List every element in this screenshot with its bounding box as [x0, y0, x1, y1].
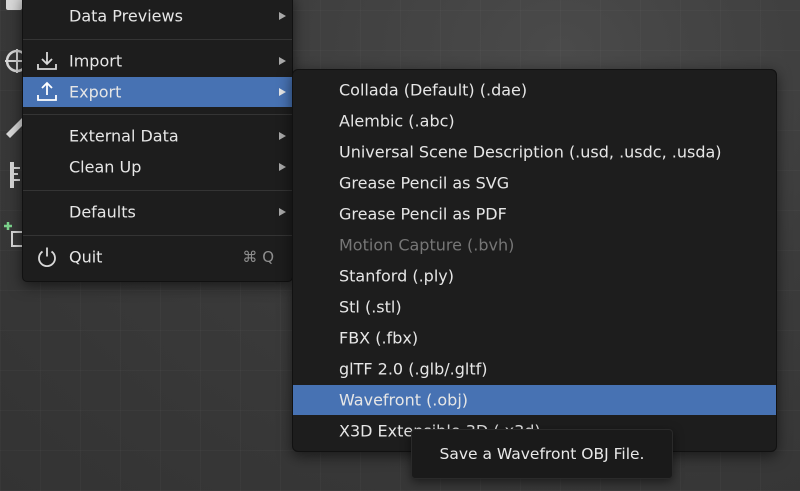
file-menu: Data Previews Import Export External Dat…	[22, 0, 293, 282]
export-item-motion-capture: Motion Capture (.bvh)	[293, 230, 776, 260]
menu-item-label: Collada (Default) (.dae)	[339, 80, 528, 100]
menu-item-export[interactable]: Export	[23, 77, 292, 107]
menu-separator	[23, 190, 292, 191]
menu-item-label: FBX (.fbx)	[339, 328, 419, 348]
menu-separator	[23, 39, 292, 40]
submenu-arrow-icon	[279, 208, 286, 216]
menu-item-label: Stanford (.ply)	[339, 266, 454, 286]
import-icon	[35, 49, 59, 73]
menu-item-label: Grease Pencil as SVG	[339, 173, 510, 193]
menu-item-clean-up[interactable]: Clean Up	[23, 152, 292, 182]
menu-item-label: Export	[69, 82, 122, 102]
menu-item-label: Quit	[69, 247, 103, 267]
export-item-fbx[interactable]: FBX (.fbx)	[293, 323, 776, 353]
menu-item-data-previews[interactable]: Data Previews	[23, 1, 292, 31]
menu-item-quit[interactable]: Quit ⌘ Q	[23, 242, 292, 272]
export-item-gltf[interactable]: glTF 2.0 (.glb/.gltf)	[293, 354, 776, 384]
menu-item-label: Data Previews	[69, 6, 183, 26]
export-icon	[35, 80, 59, 104]
export-item-collada[interactable]: Collada (Default) (.dae)	[293, 75, 776, 105]
menu-item-external-data[interactable]: External Data	[23, 121, 292, 151]
export-item-grease-pencil-svg[interactable]: Grease Pencil as SVG	[293, 168, 776, 198]
menu-item-defaults[interactable]: Defaults	[23, 197, 292, 227]
menu-item-import[interactable]: Import	[23, 46, 292, 76]
menu-item-label: Alembic (.abc)	[339, 111, 455, 131]
submenu-arrow-icon	[279, 132, 286, 140]
export-item-usd[interactable]: Universal Scene Description (.usd, .usdc…	[293, 137, 776, 167]
menu-item-label: Import	[69, 51, 123, 71]
menu-separator	[23, 235, 292, 236]
export-item-grease-pencil-pdf[interactable]: Grease Pencil as PDF	[293, 199, 776, 229]
shortcut-label: ⌘ Q	[242, 248, 274, 266]
menu-item-label: Defaults	[69, 202, 136, 222]
tooltip: Save a Wavefront OBJ File.	[411, 429, 673, 479]
menu-item-label: Universal Scene Description (.usd, .usdc…	[339, 142, 722, 162]
menu-item-label: Clean Up	[69, 157, 142, 177]
export-submenu: Collada (Default) (.dae) Alembic (.abc) …	[292, 69, 777, 452]
menu-item-label: Grease Pencil as PDF	[339, 204, 507, 224]
submenu-arrow-icon	[279, 88, 286, 96]
export-item-stanford[interactable]: Stanford (.ply)	[293, 261, 776, 291]
menu-item-label: Wavefront (.obj)	[339, 390, 469, 410]
menu-item-label: glTF 2.0 (.glb/.gltf)	[339, 359, 488, 379]
export-item-wavefront[interactable]: Wavefront (.obj)	[293, 385, 776, 415]
menu-item-label: Stl (.stl)	[339, 297, 402, 317]
submenu-arrow-icon	[279, 57, 286, 65]
menu-item-label: Motion Capture (.bvh)	[339, 235, 515, 255]
power-icon	[35, 245, 59, 269]
export-item-stl[interactable]: Stl (.stl)	[293, 292, 776, 322]
menu-separator	[23, 114, 292, 115]
submenu-arrow-icon	[279, 163, 286, 171]
submenu-arrow-icon	[279, 12, 286, 20]
menu-item-label: External Data	[69, 126, 179, 146]
export-item-alembic[interactable]: Alembic (.abc)	[293, 106, 776, 136]
tooltip-text: Save a Wavefront OBJ File.	[439, 445, 645, 463]
